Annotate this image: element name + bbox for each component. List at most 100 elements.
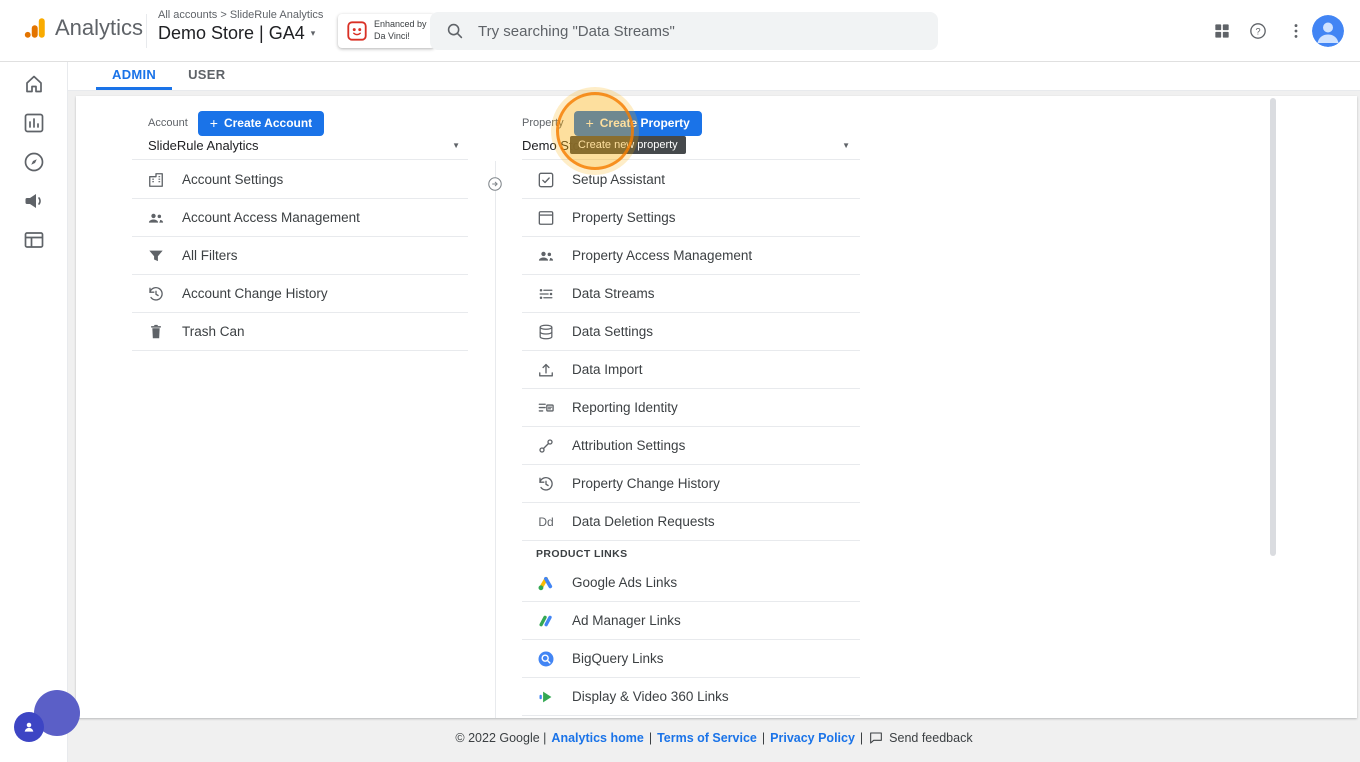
- admin-tabbar: ADMIN USER: [68, 62, 1360, 91]
- property-item-setup-assistant[interactable]: Setup Assistant: [522, 161, 860, 199]
- search-input[interactable]: [476, 21, 924, 41]
- svg-text:?: ?: [1255, 26, 1260, 36]
- account-menu-list: Account Settings Account Access Manageme…: [132, 161, 468, 351]
- apps-grid-icon[interactable]: [1212, 21, 1232, 41]
- account-switcher-label: Demo Store | GA4: [158, 23, 305, 43]
- support-person-icon: [24, 722, 34, 732]
- plus-icon: +: [209, 115, 218, 131]
- product-link-bigquery[interactable]: BigQuery Links: [522, 640, 860, 678]
- footer-link-terms[interactable]: Terms of Service: [657, 731, 757, 745]
- copyright-text: © 2022 Google |: [455, 731, 547, 745]
- user-avatar[interactable]: [1312, 15, 1344, 47]
- account-item-change-history[interactable]: Account Change History: [132, 275, 468, 313]
- property-item-data-deletion-requests[interactable]: Dd Data Deletion Requests: [522, 503, 860, 541]
- streams-icon: [536, 284, 556, 304]
- dv360-icon: [536, 687, 556, 707]
- footer-separator: |: [859, 731, 864, 745]
- product-links-header: PRODUCT LINKS: [536, 548, 628, 560]
- footer: © 2022 Google | Analytics home | Terms o…: [68, 730, 1360, 746]
- search-icon: [447, 23, 463, 39]
- left-nav: [0, 62, 68, 762]
- dropdown-arrow-icon: ▼: [452, 141, 460, 150]
- explore-icon[interactable]: [22, 150, 46, 174]
- breadcrumb-path: All accounts > SlideRule Analytics: [158, 9, 324, 21]
- scrollbar[interactable]: [1270, 98, 1276, 556]
- product-link-dv360[interactable]: Display & Video 360 Links: [522, 678, 860, 716]
- tab-admin[interactable]: ADMIN: [96, 62, 173, 90]
- account-switcher-arrow-icon: ▾: [310, 28, 316, 38]
- identity-icon: [536, 398, 556, 418]
- ga-admin-page: Analytics All accounts > SlideRule Analy…: [0, 0, 1360, 762]
- property-menu-list: Setup Assistant Property Settings Proper…: [522, 161, 860, 541]
- property-item-reporting-identity[interactable]: Reporting Identity: [522, 389, 860, 427]
- help-icon[interactable]: ?: [1248, 21, 1268, 41]
- window-icon: [536, 208, 556, 228]
- dd-icon: Dd: [538, 514, 554, 529]
- app-name: Analytics: [55, 15, 144, 40]
- support-launcher-button[interactable]: [14, 712, 44, 742]
- tab-user[interactable]: USER: [172, 62, 241, 90]
- home-icon[interactable]: [22, 72, 46, 96]
- admin-card: Account + Create Account SlideRule Analy…: [76, 96, 1357, 718]
- more-vertical-icon[interactable]: [1286, 21, 1306, 41]
- account-column-header: Account + Create Account: [148, 110, 325, 136]
- account-label: Account: [148, 117, 188, 129]
- account-item-access-management[interactable]: Account Access Management: [132, 199, 468, 237]
- top-app-bar: Analytics All accounts > SlideRule Analy…: [0, 0, 1360, 62]
- property-item-data-settings[interactable]: Data Settings: [522, 313, 860, 351]
- upload-icon: [536, 360, 556, 380]
- ga-logo-icon: [24, 18, 45, 38]
- trash-icon: [146, 322, 166, 342]
- create-property-button[interactable]: + Create Property: [573, 110, 702, 136]
- search-bar: [430, 12, 938, 50]
- attribution-icon: [536, 436, 556, 456]
- property-item-settings[interactable]: Property Settings: [522, 199, 860, 237]
- property-item-data-import[interactable]: Data Import: [522, 351, 860, 389]
- database-icon: [536, 322, 556, 342]
- ad-manager-icon: [536, 611, 556, 631]
- product-link-ad-manager[interactable]: Ad Manager Links: [522, 602, 860, 640]
- enhanced-by-davinci-badge[interactable]: Enhanced by Da Vinci!: [338, 14, 435, 48]
- account-item-all-filters[interactable]: All Filters: [132, 237, 468, 275]
- account-item-trash-can[interactable]: Trash Can: [132, 313, 468, 351]
- plus-icon: +: [585, 115, 594, 131]
- account-switcher[interactable]: Demo Store | GA4 ▾: [158, 23, 323, 44]
- footer-link-privacy[interactable]: Privacy Policy: [770, 731, 855, 745]
- people-icon: [146, 208, 166, 228]
- property-item-access-management[interactable]: Property Access Management: [522, 237, 860, 275]
- footer-separator: |: [761, 731, 766, 745]
- footer-separator: |: [648, 731, 653, 745]
- people-icon: [536, 246, 556, 266]
- send-feedback-link[interactable]: Send feedback: [868, 730, 973, 746]
- expand-column-button[interactable]: [486, 175, 504, 193]
- admin-content: Account + Create Account SlideRule Analy…: [68, 91, 1360, 762]
- davinci-icon: [347, 21, 367, 41]
- property-column-header: Property + Create Property: [522, 110, 702, 136]
- enhanced-badge-text: Enhanced by Da Vinci!: [374, 19, 427, 41]
- admin-icon[interactable]: [22, 228, 46, 252]
- building-icon: [146, 170, 166, 190]
- checklist-icon: [536, 170, 556, 190]
- footer-link-analytics-home[interactable]: Analytics home: [551, 731, 643, 745]
- history-icon: [146, 284, 166, 304]
- advertising-icon[interactable]: [22, 189, 46, 213]
- feedback-bubble-icon: [870, 732, 883, 744]
- dropdown-arrow-icon: ▼: [842, 141, 850, 150]
- property-item-data-streams[interactable]: Data Streams: [522, 275, 860, 313]
- create-account-button[interactable]: + Create Account: [197, 110, 325, 136]
- product-links-list: Google Ads Links Ad Manager Links BigQue…: [522, 564, 860, 716]
- column-divider: [495, 161, 496, 718]
- analytics-logo[interactable]: Analytics: [22, 15, 143, 41]
- account-item-settings[interactable]: Account Settings: [132, 161, 468, 199]
- property-label: Property: [522, 117, 564, 129]
- header-divider: [146, 14, 147, 48]
- reports-icon[interactable]: [22, 111, 46, 135]
- property-item-change-history[interactable]: Property Change History: [522, 465, 860, 503]
- google-ads-icon: [536, 573, 556, 593]
- breadcrumb: All accounts > SlideRule Analytics Demo …: [158, 9, 323, 44]
- property-item-attribution-settings[interactable]: Attribution Settings: [522, 427, 860, 465]
- account-selector-dropdown[interactable]: SlideRule Analytics ▼: [132, 136, 468, 160]
- product-link-google-ads[interactable]: Google Ads Links: [522, 564, 860, 602]
- bigquery-icon: [536, 649, 556, 669]
- history-icon: [536, 474, 556, 494]
